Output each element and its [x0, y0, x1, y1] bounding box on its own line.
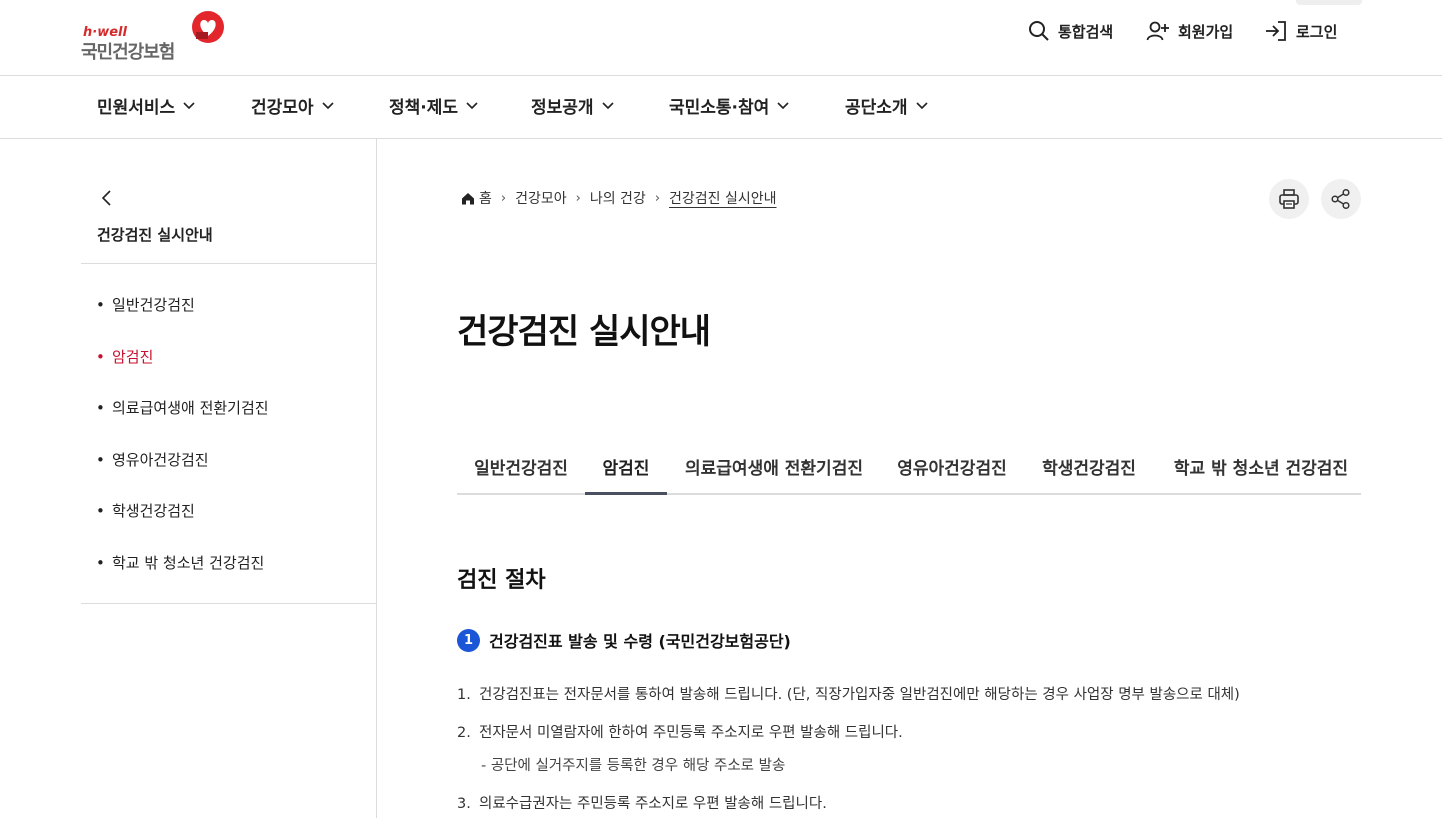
- breadcrumb-separator-icon: ›: [575, 190, 581, 206]
- site-logo[interactable]: h·well 국민건강보험: [81, 11, 226, 64]
- chevron-down-icon: [777, 101, 789, 109]
- side-nav-item-label: 암검진: [112, 348, 154, 366]
- side-nav-item-label: 영유아건강검진: [112, 451, 209, 469]
- util-join-link[interactable]: 회원가입: [1146, 20, 1233, 42]
- side-nav-divider: [81, 263, 376, 264]
- list-item-text: 건강검진표는 전자문서를 통하여 발송해 드립니다. (단, 직장가입자중 일반…: [479, 687, 1240, 703]
- util-search-label: 통합검색: [1058, 22, 1114, 41]
- gnb-item-civil-service[interactable]: 민원서비스: [97, 93, 195, 118]
- list-item-number: 2.: [457, 725, 471, 741]
- list-item-text: 전자문서 미열람자에 한하여 주민등록 주소지로 우편 발송해 드립니다.: [479, 725, 903, 741]
- breadcrumb-home[interactable]: 홈: [479, 188, 492, 208]
- printer-icon: [1279, 189, 1299, 209]
- top-header: h·well 국민건강보험 통합검색 회원가입 로그인: [0, 0, 1442, 76]
- side-nav-item-label: 일반건강검진: [112, 296, 195, 314]
- gnb-label: 정보공개: [531, 98, 594, 118]
- util-login-label: 로그인: [1296, 22, 1338, 41]
- gnb-label: 정책·제도: [389, 98, 459, 118]
- util-join-label: 회원가입: [1178, 22, 1234, 41]
- tab-bar: 일반건강검진 암검진 의료급여생애 전환기검진 영유아건강검진 학생건강검진 학…: [457, 441, 1361, 495]
- chevron-down-icon: [321, 101, 334, 109]
- tab-transition-checkup[interactable]: 의료급여생애 전환기검진: [675, 441, 873, 495]
- breadcrumb-item[interactable]: 건강모아: [515, 188, 567, 208]
- step-heading: 1 건강검진표 발송 및 수령 (국민건강보험공단): [457, 628, 791, 652]
- breadcrumb-current[interactable]: 건강검진 실시안내: [669, 188, 777, 208]
- breadcrumb-item[interactable]: 나의 건강: [590, 188, 646, 208]
- util-search-link[interactable]: 통합검색: [1028, 20, 1113, 42]
- gnb-item-health-moa[interactable]: 건강모아: [251, 93, 334, 118]
- section-title: 검진 절차: [457, 568, 546, 593]
- side-nav-item[interactable]: • 학교 밖 청소년 건강검진: [96, 552, 264, 573]
- side-nav-item-label: 학생건강검진: [112, 502, 195, 520]
- side-nav-item[interactable]: • 일반건강검진: [96, 294, 195, 315]
- login-icon: [1266, 21, 1286, 41]
- bullet-dot: •: [96, 554, 105, 572]
- side-nav-item[interactable]: • 학생건강검진: [96, 500, 195, 521]
- side-nav-title: 건강검진 실시안내: [97, 226, 213, 244]
- back-chevron-icon[interactable]: [100, 189, 112, 207]
- side-nav-item-active[interactable]: • 암검진: [96, 346, 153, 367]
- bullet-dot: •: [96, 296, 105, 314]
- side-nav-item[interactable]: • 영유아건강검진: [96, 449, 209, 470]
- tab-infant-checkup[interactable]: 영유아건강검진: [887, 441, 1017, 495]
- home-icon[interactable]: [461, 192, 475, 205]
- step-number-badge: 1: [457, 628, 480, 652]
- tab-student-checkup[interactable]: 학생건강검진: [1031, 441, 1147, 495]
- bullet-dot: •: [96, 399, 105, 417]
- bullet-dot: •: [96, 502, 105, 520]
- breadcrumb-separator-icon: ›: [500, 190, 507, 206]
- gnb-item-policy[interactable]: 정책·제도: [389, 93, 478, 118]
- share-icon: [1331, 188, 1350, 210]
- add-user-icon: [1146, 21, 1169, 41]
- gnb-label: 민원서비스: [97, 98, 176, 118]
- chevron-down-icon: [183, 101, 195, 109]
- util-login-link[interactable]: 로그인: [1264, 20, 1337, 42]
- list-item-text: 의료수급권자는 주민등록 주소지로 우편 발송해 드립니다.: [479, 796, 827, 812]
- logo-name-text: 국민건강보험: [81, 42, 175, 63]
- gnb-label: 국민소통·참여: [669, 98, 770, 118]
- list-item: 2. 전자문서 미열람자에 한하여 주민등록 주소지로 우편 발송해 드립니다.: [457, 721, 903, 742]
- list-item: 1. 건강검진표는 전자문서를 통하여 발송해 드립니다. (단, 직장가입자중 …: [457, 683, 1240, 704]
- breadcrumb: 홈 › 건강모아 › 나의 건강 › 건강검진 실시안내: [461, 188, 777, 208]
- side-nav-item[interactable]: • 의료급여생애 전환기검진: [96, 397, 269, 418]
- chevron-down-icon: [915, 101, 928, 109]
- list-item: 3. 의료수급권자는 주민등록 주소지로 우편 발송해 드립니다.: [457, 792, 827, 813]
- gnb-item-info-disclosure[interactable]: 정보공개: [531, 93, 614, 118]
- chevron-down-icon: [466, 101, 478, 109]
- step-title: 건강검진표 발송 및 수령 (국민건강보험공단): [489, 632, 791, 651]
- tab-cancer-checkup[interactable]: 암검진: [585, 441, 667, 495]
- side-nav: 건강검진 실시안내 • 일반건강검진 • 암검진 • 의료급여생애 전환기검진 • 영유…: [0, 139, 377, 818]
- print-button[interactable]: [1269, 179, 1309, 219]
- heart-logo-icon: [192, 11, 224, 43]
- page-title: 건강검진 실시안내: [457, 312, 711, 352]
- gnb-item-participation[interactable]: 국민소통·참여: [669, 93, 789, 118]
- gnb-label: 건강모아: [251, 98, 314, 118]
- chevron-down-icon: [601, 101, 614, 109]
- list-sub-item: - 공단에 실거주지를 등록한 경우 해당 주소로 발송: [481, 758, 786, 774]
- gnb-item-about[interactable]: 공단소개: [845, 93, 928, 118]
- util-top-tab: [1296, 0, 1362, 5]
- global-nav: 민원서비스 건강모아 정책·제도 정보공개 국민소통·참여 공단소개: [0, 76, 1442, 139]
- side-nav-item-label: 학교 밖 청소년 건강검진: [112, 554, 265, 572]
- bullet-dot: •: [96, 451, 105, 469]
- gnb-label: 공단소개: [845, 98, 908, 118]
- search-icon: [1029, 21, 1049, 41]
- tab-out-of-school-checkup[interactable]: 학교 밖 청소년 건강검진: [1163, 441, 1359, 495]
- breadcrumb-separator-icon: ›: [654, 190, 661, 206]
- share-button[interactable]: [1321, 179, 1361, 219]
- list-item-number: 3.: [457, 796, 471, 812]
- bullet-dot: •: [96, 348, 105, 366]
- tab-general-checkup[interactable]: 일반건강검진: [457, 441, 585, 495]
- side-nav-divider: [81, 603, 376, 604]
- side-nav-item-label: 의료급여생애 전환기검진: [112, 399, 269, 417]
- list-item-number: 1.: [457, 687, 471, 703]
